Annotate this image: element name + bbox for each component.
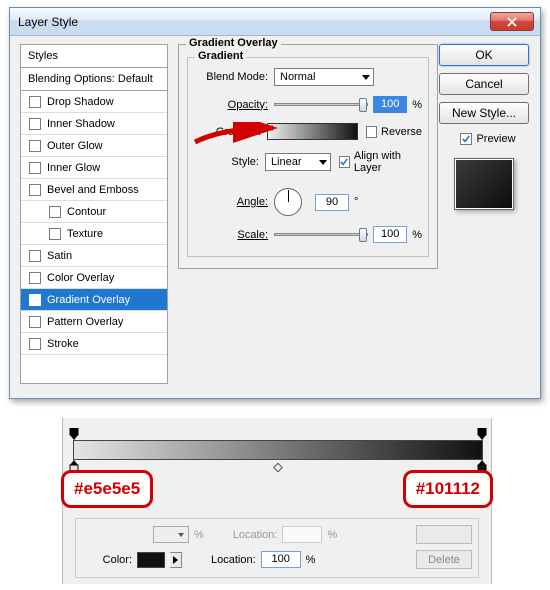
gradient-label: Gradient: bbox=[194, 126, 261, 138]
blending-options-header[interactable]: Blending Options: Default bbox=[21, 68, 167, 91]
opacity-dropdown[interactable] bbox=[153, 526, 189, 543]
style-checkbox[interactable] bbox=[29, 338, 41, 350]
blend-mode-dropdown[interactable]: Normal bbox=[274, 68, 374, 86]
styles-header[interactable]: Styles bbox=[21, 45, 167, 68]
stops-fieldset: % Location: % Color: Location: 100 % Del… bbox=[75, 518, 479, 578]
gradient-bar[interactable] bbox=[73, 440, 483, 460]
style-label: Inner Glow bbox=[47, 157, 100, 179]
style-item-contour[interactable]: Contour bbox=[21, 201, 167, 223]
preview-checkbox[interactable] bbox=[460, 133, 472, 145]
style-label: Contour bbox=[67, 201, 106, 223]
style-checkbox[interactable] bbox=[49, 228, 61, 240]
dialog-buttons: OK Cancel New Style... Preview bbox=[438, 44, 530, 210]
style-checkbox[interactable] bbox=[29, 140, 41, 152]
style-item-gradient-overlay[interactable]: Gradient Overlay bbox=[21, 289, 167, 311]
scale-label: Scale: bbox=[194, 229, 268, 241]
chevron-down-icon bbox=[319, 160, 327, 165]
style-label: Drop Shadow bbox=[47, 91, 114, 113]
color-chevron-button[interactable] bbox=[170, 552, 182, 568]
style-checkbox[interactable] bbox=[29, 118, 41, 130]
style-item-drop-shadow[interactable]: Drop Shadow bbox=[21, 91, 167, 113]
style-label: Outer Glow bbox=[47, 135, 103, 157]
style-item-inner-shadow[interactable]: Inner Shadow bbox=[21, 113, 167, 135]
cancel-button[interactable]: Cancel bbox=[439, 73, 529, 95]
opacity-location-field[interactable] bbox=[282, 526, 322, 543]
location-label: Location: bbox=[233, 529, 278, 541]
left-color-callout: #e5e5e5 bbox=[61, 470, 153, 508]
color-location-field[interactable]: 100 bbox=[261, 551, 301, 568]
angle-dial[interactable] bbox=[274, 188, 302, 216]
close-icon bbox=[507, 17, 517, 27]
style-checkbox[interactable] bbox=[29, 250, 41, 262]
styles-panel: Styles Blending Options: Default Drop Sh… bbox=[20, 44, 168, 384]
angle-label: Angle: bbox=[194, 196, 268, 208]
window-title: Layer Style bbox=[18, 15, 490, 29]
style-label: Stroke bbox=[47, 333, 79, 355]
style-label: Color Overlay bbox=[47, 267, 114, 289]
gradient-subgroup: Gradient Blend Mode: Normal Opacity: 100… bbox=[187, 57, 429, 257]
scale-slider[interactable] bbox=[274, 233, 368, 236]
color-label: Color: bbox=[88, 554, 132, 566]
reverse-checkbox[interactable] bbox=[366, 126, 377, 138]
layer-style-dialog: Layer Style Styles Blending Options: Def… bbox=[9, 7, 541, 399]
style-dropdown[interactable]: Linear bbox=[265, 153, 331, 171]
subgroup-title: Gradient bbox=[195, 50, 246, 62]
style-item-stroke[interactable]: Stroke bbox=[21, 333, 167, 355]
titlebar: Layer Style bbox=[10, 8, 540, 36]
scale-field[interactable]: 100 bbox=[373, 226, 407, 243]
style-checkbox[interactable] bbox=[29, 162, 41, 174]
blend-mode-label: Blend Mode: bbox=[194, 71, 268, 83]
style-label: Texture bbox=[67, 223, 103, 245]
style-checkbox[interactable] bbox=[29, 272, 41, 284]
opacity-label: Opacity: bbox=[194, 99, 268, 111]
style-label: Satin bbox=[47, 245, 72, 267]
opacity-slider[interactable] bbox=[274, 103, 368, 106]
color-delete-button[interactable]: Delete bbox=[416, 550, 472, 569]
style-item-inner-glow[interactable]: Inner Glow bbox=[21, 157, 167, 179]
right-color-callout: #101112 bbox=[403, 470, 493, 508]
ok-button[interactable]: OK bbox=[439, 44, 529, 66]
style-label: Inner Shadow bbox=[47, 113, 115, 135]
style-item-texture[interactable]: Texture bbox=[21, 223, 167, 245]
gradient-overlay-group: Gradient Overlay Gradient Blend Mode: No… bbox=[178, 44, 438, 269]
gradient-picker[interactable] bbox=[267, 123, 358, 140]
chevron-down-icon bbox=[362, 75, 370, 80]
align-checkbox[interactable] bbox=[339, 156, 350, 168]
align-label: Align with Layer bbox=[354, 150, 422, 174]
style-checkbox[interactable] bbox=[29, 294, 41, 306]
style-checkbox[interactable] bbox=[29, 96, 41, 108]
style-item-outer-glow[interactable]: Outer Glow bbox=[21, 135, 167, 157]
preview-label: Preview bbox=[476, 133, 515, 145]
color-well[interactable] bbox=[137, 552, 165, 568]
style-checkbox[interactable] bbox=[49, 206, 61, 218]
group-title: Gradient Overlay bbox=[186, 37, 281, 49]
style-label: Pattern Overlay bbox=[47, 311, 123, 333]
style-item-satin[interactable]: Satin bbox=[21, 245, 167, 267]
angle-field[interactable]: 90 bbox=[315, 194, 349, 211]
style-checkbox[interactable] bbox=[29, 316, 41, 328]
style-label: Style: bbox=[194, 156, 259, 168]
style-item-pattern-overlay[interactable]: Pattern Overlay bbox=[21, 311, 167, 333]
style-item-bevel-and-emboss[interactable]: Bevel and Emboss bbox=[21, 179, 167, 201]
midpoint-diamond-icon[interactable] bbox=[273, 463, 283, 473]
style-checkbox[interactable] bbox=[29, 184, 41, 196]
new-style-button[interactable]: New Style... bbox=[439, 102, 529, 124]
opacity-delete-button[interactable] bbox=[416, 525, 472, 544]
chevron-right-icon bbox=[173, 556, 178, 564]
style-item-color-overlay[interactable]: Color Overlay bbox=[21, 267, 167, 289]
preview-swatch bbox=[454, 158, 514, 210]
style-label: Bevel and Emboss bbox=[47, 179, 139, 201]
opacity-field[interactable]: 100 bbox=[373, 96, 407, 113]
location-label-2: Location: bbox=[211, 554, 256, 566]
gradient-editor: #e5e5e5 #101112 % Location: % Color: Loc… bbox=[62, 418, 492, 584]
reverse-label: Reverse bbox=[381, 126, 422, 138]
opacity-stop-right[interactable] bbox=[476, 428, 488, 440]
close-button[interactable] bbox=[490, 12, 534, 31]
opacity-stop-left[interactable] bbox=[68, 428, 80, 440]
style-label: Gradient Overlay bbox=[47, 289, 130, 311]
